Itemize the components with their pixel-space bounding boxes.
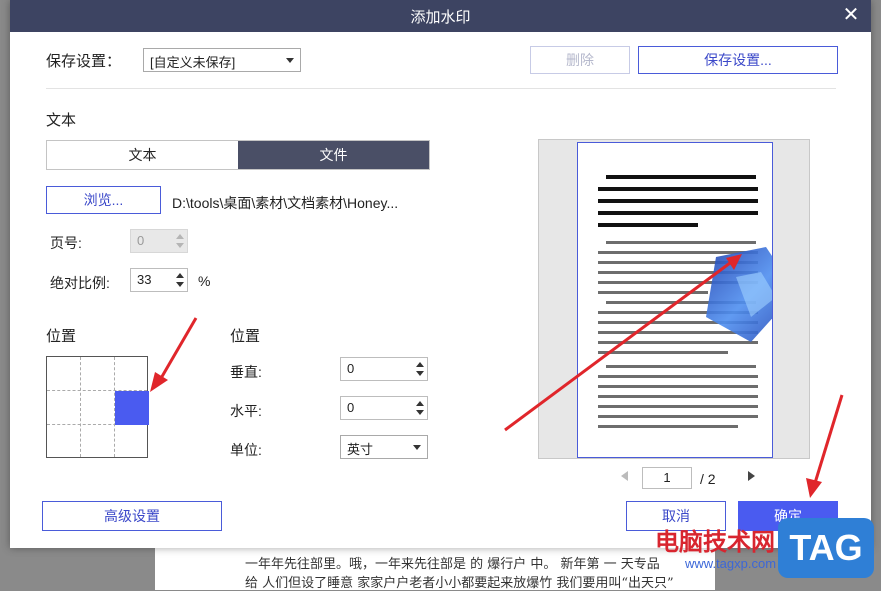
annotation-arrow <box>158 317 198 381</box>
annotation-arrowhead <box>726 254 742 270</box>
annotation-arrow <box>504 261 731 432</box>
annotation-arrowhead <box>150 372 168 392</box>
annotation-arrows <box>150 254 844 498</box>
annotation-arrowhead <box>806 478 822 498</box>
annotation-arrow <box>813 394 844 484</box>
site-watermark-name: 电脑技术网 <box>655 529 775 556</box>
site-watermark-badge: TAG <box>778 518 874 578</box>
site-watermark-url: www.tagxp.com <box>685 556 777 571</box>
